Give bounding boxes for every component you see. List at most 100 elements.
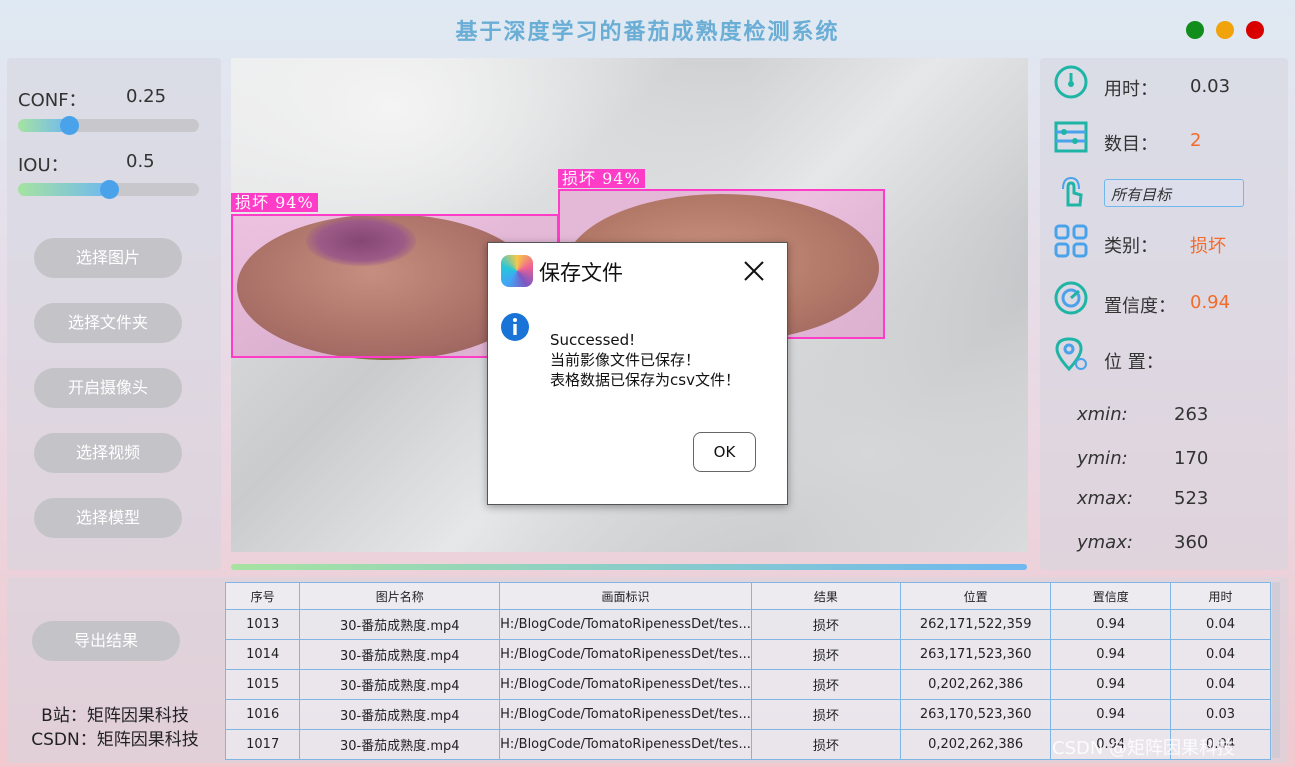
close-icon[interactable] [743, 260, 765, 282]
dialog-message-line1: Successed! [550, 331, 636, 349]
select-image-button[interactable]: 选择图片 [34, 238, 182, 278]
cell-result: 损坏 [750, 669, 901, 700]
dialog-message-line2: 当前影像文件已保存！ [550, 351, 701, 369]
count-label: 数目： [1104, 134, 1158, 155]
export-results-button[interactable]: 导出结果 [32, 621, 180, 661]
cell-index: 1013 [224, 609, 301, 640]
cell-path: H:/BlogCode/TomatoRipenessDet/tes... [499, 699, 752, 730]
cell-index: 1016 [224, 699, 301, 730]
ymax-label: ymax: [1077, 532, 1133, 553]
open-camera-button[interactable]: 开启摄像头 [34, 368, 182, 408]
dialog-message-line3: 表格数据已保存为csv文件！ [550, 371, 740, 389]
col-header-result[interactable]: 结果 [750, 582, 901, 610]
class-value: 损坏 [1190, 236, 1226, 257]
col-header-position[interactable]: 位置 [899, 582, 1052, 610]
cell-confidence: 0.94 [1050, 699, 1172, 730]
dialog-title: 保存文件 [539, 261, 623, 285]
class-label: 类别： [1104, 236, 1158, 257]
cell-name: 30-番茄成熟度.mp4 [299, 669, 501, 700]
confidence-value: 0.94 [1190, 292, 1231, 313]
col-header-confidence[interactable]: 置信度 [1050, 582, 1172, 610]
conf-label: CONF： [18, 90, 87, 111]
iou-slider-handle[interactable] [100, 180, 119, 199]
iou-slider-fill [18, 183, 110, 196]
credit-csdn: CSDN：矩阵因果科技 [31, 730, 199, 750]
cell-path: H:/BlogCode/TomatoRipenessDet/tes... [499, 729, 752, 760]
xmax-label: xmax: [1077, 488, 1133, 509]
app-logo-icon [501, 255, 533, 287]
xmin-label: xmin: [1077, 404, 1128, 425]
cell-confidence: 0.94 [1050, 669, 1172, 700]
cell-path: H:/BlogCode/TomatoRipenessDet/tes... [499, 669, 752, 700]
cell-path: H:/BlogCode/TomatoRipenessDet/tes... [499, 639, 752, 670]
confidence-label: 置信度： [1104, 296, 1176, 317]
ymin-label: ymin: [1077, 448, 1128, 469]
cell-index: 1015 [224, 669, 301, 700]
conf-slider[interactable] [18, 116, 199, 135]
iou-slider[interactable] [18, 180, 199, 199]
select-video-button[interactable]: 选择视频 [34, 433, 182, 473]
cell-index: 1017 [224, 729, 301, 760]
progress-bar [231, 564, 1027, 570]
col-header-name[interactable]: 图片名称 [299, 582, 501, 610]
select-folder-button[interactable]: 选择文件夹 [34, 303, 182, 343]
col-header-path[interactable]: 画面标识 [499, 582, 752, 610]
cell-time: 0.03 [1170, 699, 1271, 730]
close-dot[interactable] [1246, 21, 1264, 39]
right-panel: 用时： 0.03 数目： 2 所有目标 类别： 损坏 置信度： 0.94 位 置… [1040, 58, 1288, 570]
target-select-value: 所有目标 [1111, 186, 1172, 204]
credit-bilibili: B站：矩阵因果科技 [41, 706, 189, 726]
select-model-button[interactable]: 选择模型 [34, 498, 182, 538]
cell-position: 262,171,522,359 [899, 609, 1052, 640]
col-header-index[interactable]: 序号 [224, 582, 301, 610]
app-title: 基于深度学习的番茄成熟度检测系统 [455, 19, 840, 45]
cell-position: 0,202,262,386 [899, 669, 1052, 700]
cell-name: 30-番茄成熟度.mp4 [299, 729, 501, 760]
iou-label: IOU： [18, 155, 69, 176]
cell-time: 0.04 [1170, 639, 1271, 670]
count-value: 2 [1190, 130, 1202, 151]
detection-tag-1: 损坏 94% [231, 193, 318, 212]
table-scrollbar[interactable] [1272, 582, 1280, 758]
cell-result: 损坏 [750, 639, 901, 670]
location-icon [1055, 337, 1087, 372]
table-row[interactable]: 1013 30-番茄成熟度.mp4 H:/BlogCode/TomatoRipe… [224, 609, 1271, 640]
ok-button[interactable]: OK [693, 432, 756, 472]
cell-position: 263,171,523,360 [899, 639, 1052, 670]
col-header-time[interactable]: 用时 [1170, 582, 1271, 610]
cell-position: 0,202,262,386 [899, 729, 1052, 760]
minimize-dot[interactable] [1216, 21, 1234, 39]
conf-slider-handle[interactable] [60, 116, 79, 135]
target-select[interactable]: 所有目标 [1104, 179, 1244, 207]
conf-value: 0.25 [126, 86, 167, 107]
time-value: 0.03 [1190, 76, 1231, 97]
cell-name: 30-番茄成熟度.mp4 [299, 699, 501, 730]
maximize-dot[interactable] [1186, 21, 1204, 39]
cell-result: 损坏 [750, 609, 901, 640]
cell-result: 损坏 [750, 729, 901, 760]
cell-time: 0.04 [1170, 609, 1271, 640]
abacus-icon [1054, 121, 1088, 153]
left-panel: CONF： 0.25 IOU： 0.5 选择图片 选择文件夹 开启摄像头 选择视… [7, 58, 221, 570]
cell-name: 30-番茄成熟度.mp4 [299, 639, 501, 670]
ymin-value: 170 [1174, 448, 1209, 469]
cell-index: 1014 [224, 639, 301, 670]
table-row[interactable]: 1016 30-番茄成熟度.mp4 H:/BlogCode/TomatoRipe… [224, 699, 1271, 730]
speedometer-icon [1054, 65, 1088, 99]
table-row[interactable]: 1014 30-番茄成熟度.mp4 H:/BlogCode/TomatoRipe… [224, 639, 1271, 670]
info-icon [501, 313, 529, 341]
watermark: CSDN @矩阵因果科技 [1052, 738, 1236, 759]
iou-value: 0.5 [126, 151, 155, 172]
time-label: 用时： [1104, 79, 1158, 100]
cell-path: H:/BlogCode/TomatoRipenessDet/tes... [499, 609, 752, 640]
cell-position: 263,170,523,360 [899, 699, 1052, 730]
table-row[interactable]: 1015 30-番茄成熟度.mp4 H:/BlogCode/TomatoRipe… [224, 669, 1271, 700]
xmin-value: 263 [1174, 404, 1209, 425]
detection-tag-2: 损坏 94% [558, 169, 645, 188]
cell-name: 30-番茄成熟度.mp4 [299, 609, 501, 640]
save-file-dialog: 保存文件 Successed! 当前影像文件已保存！ 表格数据已保存为csv文件… [487, 242, 788, 505]
xmax-value: 523 [1174, 488, 1209, 509]
cell-result: 损坏 [750, 699, 901, 730]
gauge-icon [1054, 281, 1088, 315]
table-header-row: 序号 图片名称 画面标识 结果 位置 置信度 用时 [224, 582, 1271, 610]
